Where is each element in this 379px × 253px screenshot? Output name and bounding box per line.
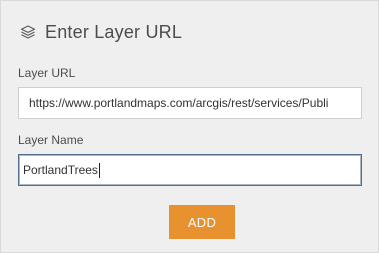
enter-layer-url-panel: Enter Layer URL Layer URL https://www.po…	[0, 0, 379, 253]
layer-name-input[interactable]: PortlandTrees	[18, 154, 362, 186]
layer-url-label: Layer URL	[18, 66, 76, 80]
layer-url-value: https://www.portlandmaps.com/arcgis/rest…	[29, 96, 329, 110]
layer-name-value: PortlandTrees	[23, 163, 98, 177]
layers-icon	[19, 23, 37, 41]
layer-url-input[interactable]: https://www.portlandmaps.com/arcgis/rest…	[18, 87, 362, 119]
text-caret	[98, 162, 100, 178]
panel-header: Enter Layer URL	[19, 19, 182, 45]
add-button[interactable]: ADD	[169, 205, 235, 239]
panel-title: Enter Layer URL	[45, 21, 183, 42]
layer-name-label: Layer Name	[18, 133, 84, 147]
